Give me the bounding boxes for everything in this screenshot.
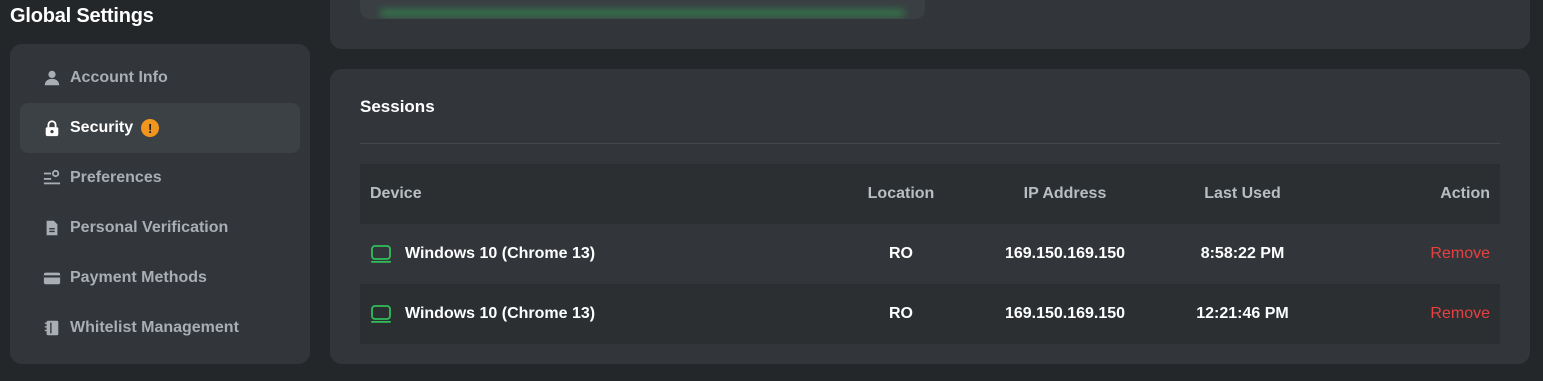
laptop-icon — [370, 243, 392, 265]
warning-icon: ! — [141, 119, 160, 137]
sidebar-item-preferences[interactable]: Preferences — [20, 153, 300, 203]
notebook-icon — [42, 318, 62, 338]
sidebar-item-label: Personal Verification — [70, 219, 229, 236]
column-header-last-used: Last Used — [1204, 185, 1281, 202]
divider — [360, 143, 1500, 144]
column-header-location: Location — [867, 185, 935, 202]
table-row: Windows 10 (Chrome 13) RO 169.150.169.15… — [360, 284, 1500, 344]
top-progress-card — [360, 0, 925, 19]
remove-session-button[interactable]: Remove — [1430, 305, 1490, 323]
sidebar-item-label: Payment Methods — [70, 269, 207, 286]
sidebar-item-whitelist-management[interactable]: Whitelist Management — [20, 303, 300, 353]
column-header-device: Device — [370, 185, 422, 202]
sidebar-item-label: Security — [70, 119, 134, 136]
table-row: Windows 10 (Chrome 13) RO 169.150.169.15… — [360, 224, 1500, 284]
device-name: Windows 10 (Chrome 13) — [405, 305, 596, 322]
location-cell: RO — [889, 245, 913, 262]
ip-cell: 169.150.169.150 — [1004, 245, 1126, 262]
location-cell: RO — [889, 305, 913, 322]
sidebar-item-label: Account Info — [70, 69, 168, 86]
sidebar-item-personal-verification[interactable]: Personal Verification — [20, 203, 300, 253]
lock-icon — [42, 118, 62, 138]
sessions-table: Device Location IP Address Last Used Act… — [360, 164, 1500, 344]
settings-sidebar: Account Info Security ! Preferences Pers… — [10, 44, 310, 364]
green-glow-bar — [380, 10, 905, 16]
sliders-icon — [42, 168, 62, 188]
device-cell: Windows 10 (Chrome 13) — [370, 243, 595, 265]
sidebar-item-label: Whitelist Management — [70, 319, 239, 336]
sidebar-item-security[interactable]: Security ! — [20, 103, 300, 153]
document-icon — [42, 218, 62, 238]
top-panel — [330, 0, 1530, 49]
credit-card-icon — [42, 268, 62, 288]
device-cell: Windows 10 (Chrome 13) — [370, 303, 595, 325]
last-used-cell: 12:21:46 PM — [1196, 305, 1289, 322]
ip-cell: 169.150.169.150 — [1004, 305, 1126, 322]
sidebar-item-account-info[interactable]: Account Info — [20, 53, 300, 103]
column-header-action: Action — [1440, 185, 1490, 202]
page-title: Global Settings — [10, 5, 154, 27]
table-header: Device Location IP Address Last Used Act… — [360, 164, 1500, 224]
device-name: Windows 10 (Chrome 13) — [405, 245, 596, 262]
sidebar-item-label: Preferences — [70, 169, 162, 186]
column-header-ip: IP Address — [1023, 185, 1107, 202]
last-used-cell: 8:58:22 PM — [1200, 245, 1285, 262]
sessions-title: Sessions — [360, 97, 435, 116]
user-icon — [42, 68, 62, 88]
laptop-icon — [370, 303, 392, 325]
sidebar-item-payment-methods[interactable]: Payment Methods — [20, 253, 300, 303]
remove-session-button[interactable]: Remove — [1430, 245, 1490, 263]
sessions-panel: Sessions Device Location IP Address Last… — [330, 69, 1530, 364]
